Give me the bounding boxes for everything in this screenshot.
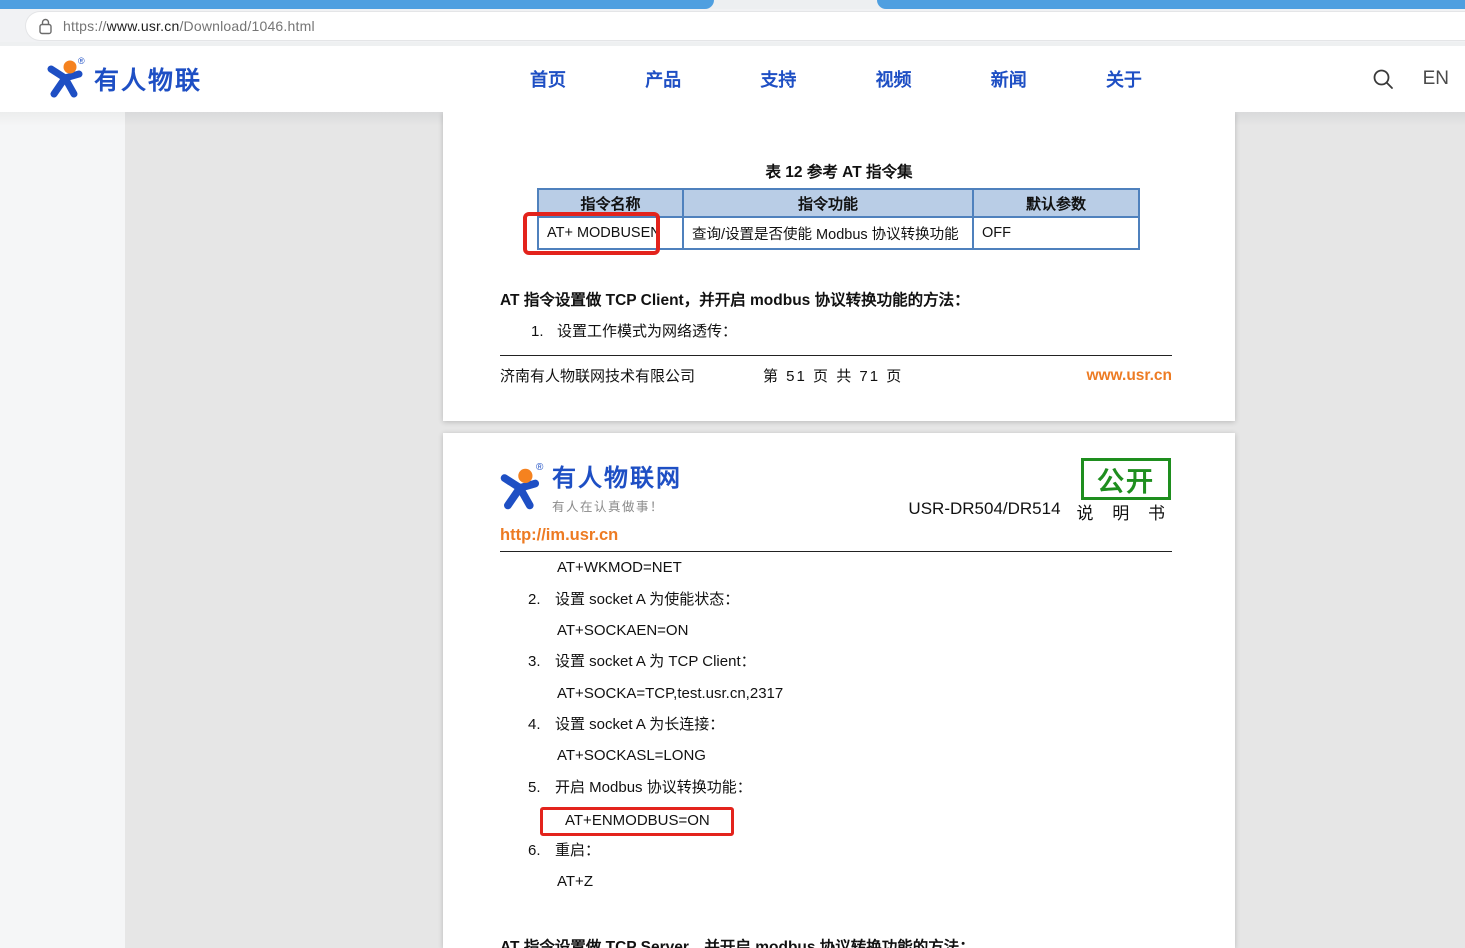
page-footer: 济南有人物联网技术有限公司 第 51 页 共 71 页 www.usr.cn (500, 355, 1172, 386)
step-6: 6.重启： (528, 842, 600, 860)
nav-item-about[interactable]: 关于 (1106, 66, 1142, 92)
nav-item-support[interactable]: 支持 (760, 66, 796, 92)
step-5-text: 开启 Modbus 协议转换功能： (555, 779, 752, 796)
doc-site-link: http://im.usr.cn (500, 526, 618, 545)
site-header: ® 有人物联 首页 产品 支持 视频 新闻 关于 EN (0, 46, 1465, 112)
step-4-number: 4. (528, 716, 555, 734)
site-logo-text: 有人物联 (94, 61, 202, 97)
step-3-number: 3. (528, 653, 555, 671)
step-2-number: 2. (528, 591, 555, 609)
step-5: 5.开启 Modbus 协议转换功能： (528, 779, 752, 797)
doc-title: USR-DR504/DR514 说 明 书 (908, 499, 1172, 524)
nav-item-home[interactable]: 首页 (530, 66, 566, 92)
step-3-text: 设置 socket A 为 TCP Client： (555, 653, 756, 670)
browser-tab-strip (0, 0, 1465, 9)
step-4: 4.设置 socket A 为长连接： (528, 716, 724, 734)
table-caption: 表 12 参考 AT 指令集 (443, 160, 1235, 182)
at-command: AT+SOCKASL=LONG (557, 747, 706, 765)
header-right: EN (1371, 46, 1449, 112)
footer-company: 济南有人物联网技术有限公司 (500, 365, 695, 386)
url-text: https://www.usr.cn/Download/1046.html (63, 18, 315, 34)
at-command: AT+WKMOD=NET (557, 559, 682, 577)
tab-strip-left-segment (0, 0, 714, 9)
doc-type: 说 明 书 (1077, 499, 1172, 524)
step-2: 2.设置 socket A 为使能状态： (528, 591, 739, 609)
address-bar[interactable]: https://www.usr.cn/Download/1046.html (25, 11, 1465, 41)
red-annotation-box-enmodbus: AT+ENMODBUS=ON (540, 807, 734, 836)
table-header-command-function: 指令功能 (683, 189, 973, 217)
pdf-page-51: 表 12 参考 AT 指令集 指令名称 指令功能 默认参数 AT+ MODBUS… (443, 112, 1235, 421)
step-4-text: 设置 socket A 为长连接： (555, 716, 724, 733)
at-command-highlighted: AT+ENMODBUS=ON (540, 807, 734, 836)
at-command: AT+SOCKA=TCP,test.usr.cn,2317 (557, 685, 783, 703)
table-header-default-param: 默认参数 (973, 189, 1139, 217)
step-6-text: 重启： (555, 842, 600, 859)
browser-toolbar: https://www.usr.cn/Download/1046.html (0, 9, 1465, 46)
nav-item-news[interactable]: 新闻 (991, 66, 1027, 92)
footer-page-indicator: 第 51 页 共 71 页 (763, 365, 903, 386)
doc-model: USR-DR504/DR514 (908, 499, 1060, 524)
red-annotation-box-modbusen (523, 212, 660, 255)
browser-window: https://www.usr.cn/Download/1046.html ® … (0, 0, 1465, 948)
pdf-page-52: ® 有人物联网 有人在认真做事！ 公开 USR-DR504/DR514 说 明 … (443, 433, 1235, 948)
nav-item-videos[interactable]: 视频 (876, 66, 912, 92)
doc-logo-text: 有人物联网 (552, 466, 682, 492)
step-2-text: 设置 socket A 为使能状态： (555, 591, 739, 608)
step-5-number: 5. (528, 779, 555, 797)
doc-logo-tagline: 有人在认真做事！ (552, 496, 682, 515)
at-command: AT+SOCKAEN=ON (557, 622, 688, 640)
url-host: www.usr.cn (107, 18, 180, 34)
cell-command-function: 查询/设置是否使能 Modbus 协议转换功能 (683, 217, 973, 249)
step-6-number: 6. (528, 842, 555, 860)
footer-website: www.usr.cn (1086, 367, 1172, 385)
doc-logo: ® 有人物联网 有人在认真做事！ (498, 466, 682, 515)
nav-item-products[interactable]: 产品 (645, 66, 681, 92)
doc-header-divider (500, 551, 1172, 552)
viewer-left-gutter (0, 112, 125, 948)
at-command: AT+Z (557, 873, 593, 891)
main-nav: 首页 产品 支持 视频 新闻 关于 (530, 46, 1142, 112)
step-1-number: 1. (531, 323, 557, 340)
pdf-viewer: 表 12 参考 AT 指令集 指令名称 指令功能 默认参数 AT+ MODBUS… (0, 112, 1465, 948)
url-path: /Download/1046.html (179, 18, 314, 34)
site-logo[interactable]: ® 有人物联 (45, 59, 202, 99)
language-toggle[interactable]: EN (1423, 68, 1449, 90)
tab-strip-right-segment (877, 0, 1465, 9)
cell-default-param: OFF (973, 217, 1139, 249)
registered-mark: ® (78, 56, 85, 66)
step-1: 1.设置工作模式为网络透传： (531, 320, 737, 341)
public-badge: 公开 (1081, 458, 1171, 500)
tcp-client-method-heading: AT 指令设置做 TCP Client，并开启 modbus 协议转换功能的方法… (500, 288, 970, 310)
lock-icon (39, 18, 52, 35)
step-3: 3.设置 socket A 为 TCP Client： (528, 653, 756, 671)
search-icon[interactable] (1371, 67, 1395, 91)
tcp-server-method-heading: AT 指令设置做 TCP Server，并开启 modbus 协议转换功能的方法… (500, 935, 975, 948)
url-scheme: https:// (63, 18, 107, 34)
registered-mark: ® (536, 462, 543, 473)
step-1-text: 设置工作模式为网络透传： (557, 323, 737, 340)
